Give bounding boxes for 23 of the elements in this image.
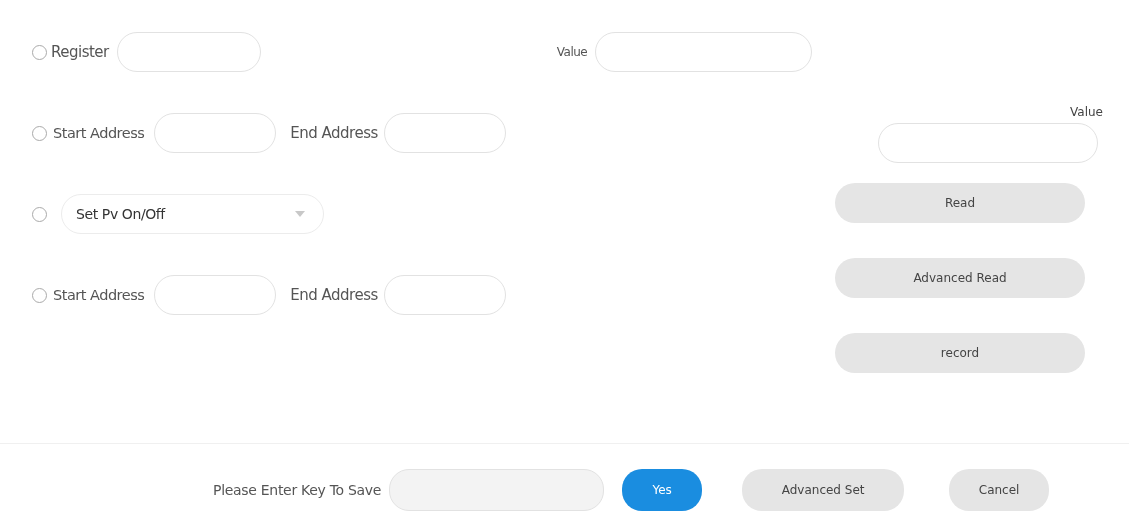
- field-label: Value: [556, 45, 588, 59]
- field-label: End Address: [290, 286, 378, 304]
- input-field[interactable]: [389, 469, 605, 511]
- button[interactable]: Read: [835, 183, 1085, 223]
- input-field[interactable]: [383, 275, 506, 315]
- input-field[interactable]: [383, 113, 506, 153]
- input-field[interactable]: [154, 113, 277, 153]
- button[interactable]: Yes: [622, 469, 703, 511]
- input-field[interactable]: [116, 32, 261, 72]
- input-field[interactable]: [154, 275, 277, 315]
- button[interactable]: Advanced Read: [835, 258, 1085, 298]
- field-label: Start Address: [53, 125, 145, 141]
- field-label: End Address: [290, 124, 378, 142]
- input-field[interactable]: [595, 32, 813, 72]
- caret-icon: [295, 211, 305, 217]
- field-label: Please Enter Key To Save: [213, 482, 382, 498]
- field-label: Start Address: [53, 287, 145, 303]
- button[interactable]: Cancel: [949, 469, 1050, 511]
- field-label: Register: [51, 43, 109, 61]
- input-field[interactable]: [878, 123, 1098, 163]
- button[interactable]: Advanced Set: [742, 469, 905, 511]
- button[interactable]: record: [835, 333, 1085, 373]
- field-label: Value: [1070, 105, 1103, 119]
